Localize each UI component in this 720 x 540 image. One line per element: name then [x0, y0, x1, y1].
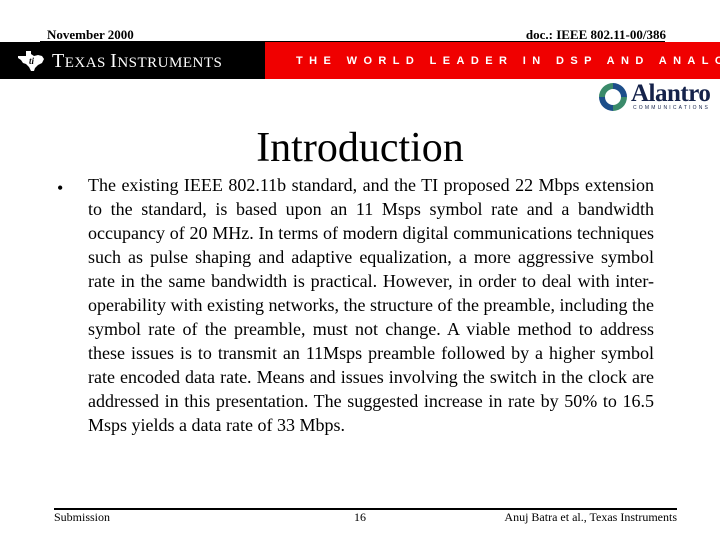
- ti-texas-logo-icon: ti: [18, 51, 44, 71]
- bullet-text: The existing IEEE 802.11b standard, and …: [88, 175, 654, 435]
- alantro-ring-icon: [599, 83, 627, 111]
- footer-authors: Anuj Batra et al., Texas Instruments: [504, 510, 677, 524]
- ti-name-part: NSTRUMENTS: [117, 55, 223, 71]
- banner-black-section: ti TEXAS INSTRUMENTS: [0, 42, 265, 79]
- ti-name-letter: T: [52, 50, 65, 72]
- svg-text:ti: ti: [29, 56, 35, 66]
- ti-company-name: TEXAS INSTRUMENTS: [52, 50, 222, 74]
- footer-submission: Submission: [54, 510, 111, 524]
- ti-tagline: The World Leader in DSP and Analog: [296, 55, 720, 67]
- footer-page-number: 16: [354, 510, 366, 524]
- ti-banner: ti TEXAS INSTRUMENTS The World Leader in…: [0, 42, 720, 79]
- bullet-marker: •: [57, 178, 64, 198]
- header-doc-id: doc.: IEEE 802.11-00/386: [525, 27, 666, 42]
- alantro-subtitle: COMMUNICATIONS: [633, 105, 711, 111]
- slide-title: Introduction: [256, 125, 464, 172]
- ti-name-part: EXAS: [64, 55, 111, 71]
- alantro-name: Alantro: [631, 80, 711, 107]
- header-date: November 2000: [47, 27, 134, 42]
- alantro-logo: Alantro COMMUNICATIONS: [596, 80, 711, 114]
